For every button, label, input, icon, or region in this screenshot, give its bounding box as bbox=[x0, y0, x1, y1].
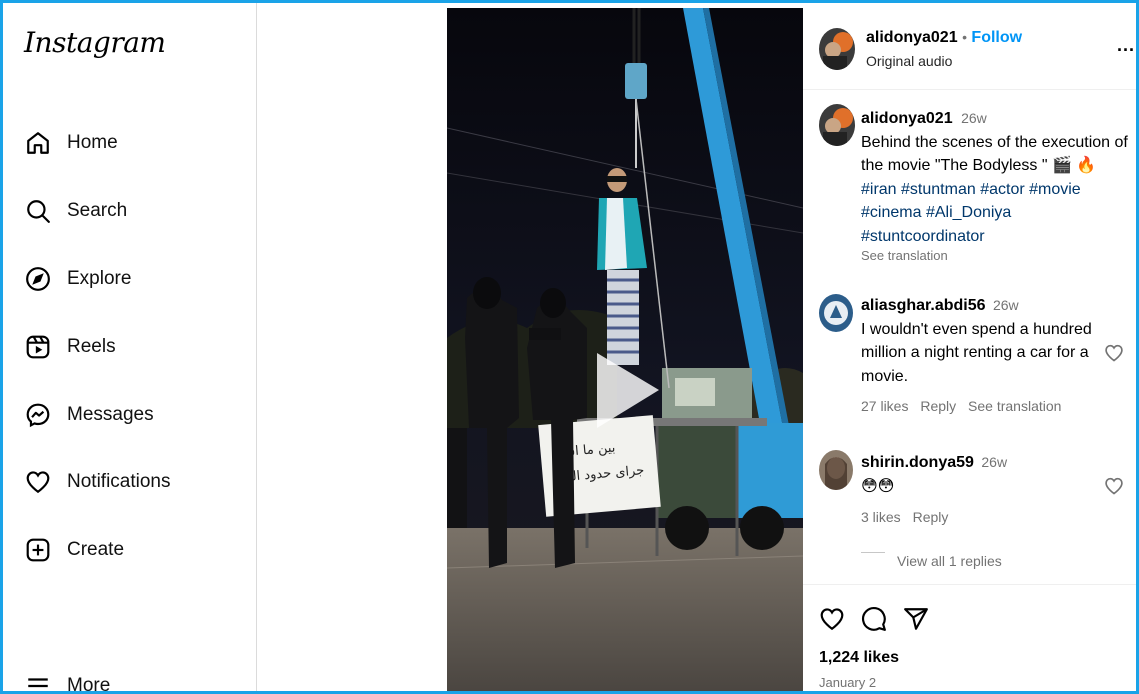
nav-label: Notifications bbox=[67, 471, 171, 492]
comment-text-line: I wouldn't even spend a hundred bbox=[861, 320, 1092, 338]
hashtag[interactable]: #stuntman bbox=[901, 181, 976, 198]
share-icon bbox=[904, 608, 928, 630]
comment-likes[interactable]: 3 likes bbox=[861, 509, 901, 525]
messenger-icon bbox=[24, 401, 52, 429]
nav-label: Explore bbox=[67, 268, 132, 289]
post-header: alidonya021 • Follow Original audio ... bbox=[803, 8, 1139, 90]
post-panel: alidonya021 • Follow Original audio ... … bbox=[803, 8, 1139, 694]
reels-icon bbox=[24, 333, 52, 361]
commenter-avatar[interactable] bbox=[819, 294, 853, 332]
comment-text-line: 😳😳 bbox=[861, 477, 895, 495]
post-date: January 2 bbox=[819, 675, 877, 690]
menu-icon bbox=[24, 672, 52, 694]
nav-messages[interactable]: Messages bbox=[24, 395, 244, 435]
comment-icon bbox=[862, 607, 886, 631]
separator-dot: • bbox=[962, 29, 967, 45]
nav-label: Create bbox=[67, 539, 125, 560]
like-button[interactable] bbox=[819, 606, 845, 637]
nav-label: Messages bbox=[67, 404, 154, 425]
like-comment-icon[interactable] bbox=[1104, 343, 1124, 363]
reply-button[interactable]: Reply bbox=[913, 509, 949, 525]
hashtag[interactable]: #cinema bbox=[861, 204, 921, 221]
nav-explore[interactable]: Explore bbox=[24, 259, 244, 299]
share-button[interactable] bbox=[903, 606, 929, 637]
comment-text-line: million a night renting a car for a bbox=[861, 344, 1089, 361]
instagram-logo[interactable]: Instagram bbox=[24, 26, 166, 59]
caption-time: 26w bbox=[961, 110, 987, 126]
commenter-avatar[interactable] bbox=[819, 450, 853, 490]
sidebar: Instagram Home Search Explore Reels Mess… bbox=[0, 0, 257, 694]
home-icon bbox=[24, 129, 52, 157]
caption-text-line: Behind the scenes of the execution of bbox=[861, 133, 1128, 151]
more-options-icon[interactable]: ... bbox=[1117, 35, 1135, 56]
comment-button[interactable] bbox=[861, 606, 887, 637]
hashtag[interactable]: #iran bbox=[861, 181, 897, 198]
caption-username[interactable]: alidonya021 bbox=[861, 110, 953, 127]
nav-more[interactable]: More bbox=[24, 666, 244, 694]
video-frame-illustration: بین ما اسم جرای حدود الهی bbox=[447, 8, 803, 694]
author-username[interactable]: alidonya021 bbox=[866, 29, 958, 46]
compass-icon bbox=[24, 265, 52, 293]
hashtag[interactable]: #actor bbox=[980, 181, 1024, 198]
nav-label: Home bbox=[67, 132, 118, 153]
comment-likes[interactable]: 27 likes bbox=[861, 398, 908, 414]
comment-username[interactable]: aliasghar.abdi56 bbox=[861, 297, 986, 314]
search-icon bbox=[24, 197, 52, 225]
hashtag[interactable]: #stuntcoordinator bbox=[861, 228, 985, 245]
reply-button[interactable]: Reply bbox=[920, 398, 956, 414]
audio-label[interactable]: Original audio bbox=[866, 53, 952, 69]
see-translation-link[interactable]: See translation bbox=[861, 248, 1131, 264]
caption-text-line: the movie "The Bodyless " 🎬 🔥 bbox=[861, 157, 1097, 174]
nav-notifications[interactable]: Notifications bbox=[24, 462, 244, 502]
comment-username[interactable]: shirin.donya59 bbox=[861, 454, 974, 471]
view-replies-link[interactable]: View all 1 replies bbox=[897, 553, 1002, 569]
hashtag[interactable]: #movie bbox=[1029, 181, 1081, 198]
heart-icon bbox=[820, 608, 844, 631]
see-translation-link[interactable]: See translation bbox=[968, 398, 1061, 414]
caption-avatar[interactable] bbox=[819, 104, 855, 146]
nav-home[interactable]: Home bbox=[24, 123, 244, 163]
comment: aliasghar.abdi56 26w I wouldn't even spe… bbox=[861, 294, 1106, 419]
nav-label: More bbox=[67, 675, 111, 694]
nav-reels[interactable]: Reels bbox=[24, 327, 244, 367]
follow-button[interactable]: Follow bbox=[971, 29, 1022, 46]
like-comment-icon[interactable] bbox=[1104, 476, 1124, 496]
comment-time: 26w bbox=[992, 297, 1019, 313]
actions-divider bbox=[803, 584, 1139, 585]
caption: alidonya021 26w Behind the scenes of the… bbox=[861, 107, 1131, 264]
nav-create[interactable]: Create bbox=[24, 530, 244, 570]
nav-search[interactable]: Search bbox=[24, 191, 244, 231]
nav-label: Search bbox=[67, 200, 128, 221]
heart-icon bbox=[24, 468, 52, 496]
replies-divider bbox=[861, 552, 885, 553]
comment-time: 26w bbox=[981, 454, 1008, 470]
reel-video[interactable]: بین ما اسم جرای حدود الهی bbox=[447, 8, 803, 694]
comment-text-line: movie. bbox=[861, 367, 909, 385]
plus-square-icon bbox=[24, 536, 52, 564]
author-avatar[interactable] bbox=[819, 28, 855, 70]
nav-label: Reels bbox=[67, 336, 116, 357]
hashtag[interactable]: #Ali_Doniya bbox=[926, 204, 1011, 221]
likes-count[interactable]: 1,224 likes bbox=[819, 649, 899, 667]
comment: shirin.donya59 26w 😳😳 3 likes Reply bbox=[861, 451, 1106, 530]
